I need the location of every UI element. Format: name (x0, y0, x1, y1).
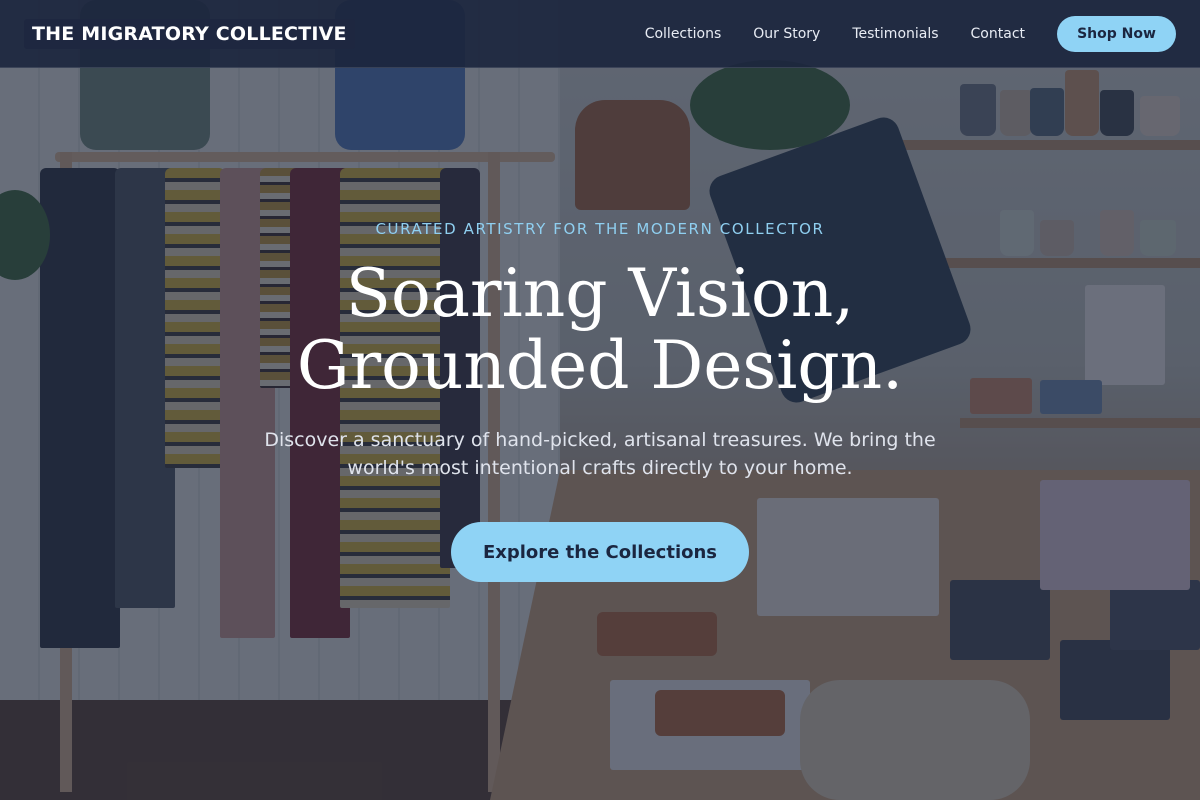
hero-section: CURATED ARTISTRY FOR THE MODERN COLLECTO… (0, 68, 1200, 800)
explore-collections-button[interactable]: Explore the Collections (451, 522, 749, 582)
nav-link-contact[interactable]: Contact (971, 26, 1025, 42)
hero-headline-line-1: Soaring Vision, (345, 255, 855, 332)
nav-link-testimonials[interactable]: Testimonials (852, 26, 938, 42)
nav-link-collections[interactable]: Collections (645, 26, 722, 42)
hero-headline: Soaring Vision, Grounded Design. (0, 258, 1200, 402)
hero-eyebrow: CURATED ARTISTRY FOR THE MODERN COLLECTO… (375, 220, 825, 238)
hero-headline-line-2: Grounded Design. (296, 327, 904, 404)
shop-now-button[interactable]: Shop Now (1057, 15, 1176, 52)
site-header: THE MIGRATORY COLLECTIVE Collections Our… (0, 0, 1200, 68)
hero-subcopy: Discover a sanctuary of hand-picked, art… (264, 429, 936, 479)
main-nav: Collections Our Story Testimonials Conta… (645, 15, 1176, 52)
brand-logo[interactable]: THE MIGRATORY COLLECTIVE (24, 18, 355, 49)
nav-link-our-story[interactable]: Our Story (753, 26, 820, 42)
